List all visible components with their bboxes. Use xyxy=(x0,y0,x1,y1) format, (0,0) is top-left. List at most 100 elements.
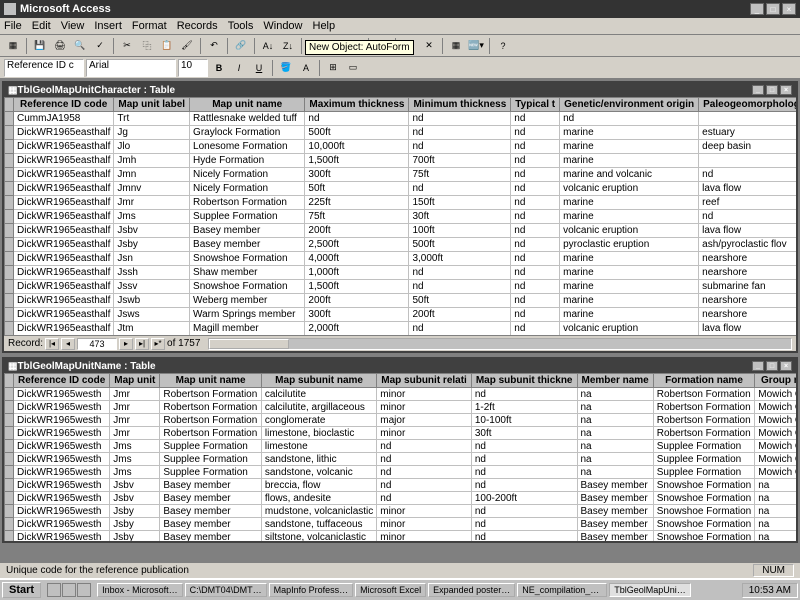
cell[interactable]: na xyxy=(577,414,653,427)
cell[interactable]: DickWR1965easthalf xyxy=(14,252,114,266)
col-header[interactable]: Map unit name xyxy=(190,98,305,112)
cell[interactable]: Robertson Formation xyxy=(653,401,755,414)
cell[interactable]: nd xyxy=(377,492,472,505)
menu-tools[interactable]: Tools xyxy=(228,20,254,32)
font-combo[interactable]: Arial xyxy=(86,59,176,77)
table2-grid[interactable]: Reference ID codeMap unitMap unit nameMa… xyxy=(4,373,796,541)
cell[interactable]: 3,000ft xyxy=(409,252,511,266)
cell[interactable]: Supplee Formation xyxy=(160,453,262,466)
cell[interactable]: 75ft xyxy=(305,210,409,224)
cell[interactable]: Basey member xyxy=(160,479,262,492)
cell[interactable]: DickWR1965easthalf xyxy=(14,154,114,168)
cell[interactable]: 150ft xyxy=(409,196,511,210)
special-effect-button[interactable]: ▭ xyxy=(344,59,362,77)
cell[interactable]: DickWR1965westh xyxy=(14,401,110,414)
cell[interactable]: 50ft xyxy=(409,294,511,308)
cell[interactable]: Jmr xyxy=(110,401,160,414)
table-row[interactable]: DickWR1965westhJmrRobertson Formationlim… xyxy=(5,427,797,440)
cell[interactable]: DickWR1965easthalf xyxy=(14,294,114,308)
col-header[interactable]: Maximum thickness xyxy=(305,98,409,112)
cell[interactable]: CummJA1958 xyxy=(14,112,114,126)
cell[interactable]: minor xyxy=(377,531,472,542)
save-button[interactable]: 💾 xyxy=(31,37,49,55)
cell[interactable]: marine xyxy=(560,154,699,168)
row-selector[interactable] xyxy=(5,140,14,154)
cell[interactable]: Jmr xyxy=(114,196,190,210)
cell[interactable]: nd xyxy=(471,453,577,466)
cell[interactable]: 2,000ft xyxy=(305,322,409,336)
cell[interactable]: nd xyxy=(471,531,577,542)
table-row[interactable]: DickWR1965westhJmrRobertson Formationcon… xyxy=(5,414,797,427)
cell[interactable]: limestone xyxy=(261,440,376,453)
table-row[interactable]: DickWR1965easthalfJmsSupplee Formation75… xyxy=(5,210,797,224)
row-selector[interactable] xyxy=(5,492,14,505)
cell[interactable]: Jsby xyxy=(110,505,160,518)
cell[interactable]: Basey member xyxy=(190,224,305,238)
cell[interactable]: conglomerate xyxy=(261,414,376,427)
cell[interactable]: Basey member xyxy=(160,492,262,505)
cell[interactable]: submarine fan xyxy=(699,280,796,294)
cell[interactable]: Jssh xyxy=(114,266,190,280)
cell[interactable]: Basey member xyxy=(577,492,653,505)
cell[interactable]: nd xyxy=(305,112,409,126)
cell[interactable]: Jms xyxy=(110,440,160,453)
cell[interactable]: Supplee Formation xyxy=(653,440,755,453)
cell[interactable]: nd xyxy=(409,112,511,126)
cell[interactable]: marine xyxy=(560,280,699,294)
cell[interactable]: Snowshoe Formation xyxy=(190,280,305,294)
cell[interactable]: deep basin xyxy=(699,140,796,154)
row-selector[interactable] xyxy=(5,266,14,280)
cell[interactable]: Mowich Group xyxy=(755,401,796,414)
cell[interactable]: pyroclastic eruption xyxy=(560,238,699,252)
col-header[interactable]: Typical t xyxy=(511,98,560,112)
cell[interactable]: Jsws xyxy=(114,308,190,322)
cell[interactable]: flows, andesite xyxy=(261,492,376,505)
cell[interactable]: sandstone, tuffaceous xyxy=(261,518,376,531)
cell[interactable]: Nicely Formation xyxy=(190,168,305,182)
cell[interactable]: limestone, bioclastic xyxy=(261,427,376,440)
cell[interactable]: DickWR1965easthalf xyxy=(14,140,114,154)
cell[interactable]: Robertson Formation xyxy=(160,427,262,440)
cell[interactable]: 10-100ft xyxy=(471,414,577,427)
table-row[interactable]: DickWR1965easthalfJmrRobertson Formation… xyxy=(5,196,797,210)
table-row[interactable]: DickWR1965easthalfJmnvNicely Formation50… xyxy=(5,182,797,196)
row-selector[interactable] xyxy=(5,414,14,427)
cell[interactable]: 1-2ft xyxy=(471,401,577,414)
cell[interactable]: DickWR1965easthalf xyxy=(14,280,114,294)
fill-color-button[interactable]: 🪣 xyxy=(277,59,295,77)
cell[interactable]: Robertson Formation xyxy=(653,388,755,401)
row-selector[interactable] xyxy=(5,154,14,168)
link-button[interactable]: 🔗 xyxy=(232,37,250,55)
col-header[interactable]: Reference ID code xyxy=(14,374,110,388)
cell[interactable]: nd xyxy=(377,453,472,466)
table-row[interactable]: DickWR1965easthalfJmnNicely Formation300… xyxy=(5,168,797,182)
cell[interactable]: marine xyxy=(560,210,699,224)
cell[interactable]: nd xyxy=(511,154,560,168)
cell[interactable]: sandstone, volcanic xyxy=(261,466,376,479)
row-selector[interactable] xyxy=(5,182,14,196)
db-window-button[interactable]: ▦ xyxy=(447,37,465,55)
cell[interactable]: DickWR1965westh xyxy=(14,518,110,531)
start-button[interactable]: Start xyxy=(2,582,41,598)
cell[interactable]: DickWR1965westh xyxy=(14,453,110,466)
nav-new-button[interactable]: ▸* xyxy=(151,338,165,350)
cell[interactable]: 500ft xyxy=(409,238,511,252)
cell[interactable]: nd xyxy=(511,266,560,280)
row-selector-header[interactable] xyxy=(5,98,14,112)
row-selector[interactable] xyxy=(5,401,14,414)
cell[interactable]: 4,000ft xyxy=(305,252,409,266)
menu-format[interactable]: Format xyxy=(132,20,167,32)
cell[interactable]: 75ft xyxy=(409,168,511,182)
cell[interactable]: DickWR1965easthalf xyxy=(14,168,114,182)
cell[interactable]: Supplee Formation xyxy=(160,440,262,453)
table-row[interactable]: DickWR1965easthalfJswbWeberg member200ft… xyxy=(5,294,797,308)
table-row[interactable]: DickWR1965easthalfJswsWarm Springs membe… xyxy=(5,308,797,322)
cell[interactable]: nd xyxy=(511,210,560,224)
table-row[interactable]: DickWR1965easthalfJsshShaw member1,000ft… xyxy=(5,266,797,280)
cell[interactable]: 30ft xyxy=(471,427,577,440)
table1-grid[interactable]: Reference ID codeMap unit labelMap unit … xyxy=(4,97,796,335)
table-row[interactable]: DickWR1965westhJmrRobertson Formationcal… xyxy=(5,401,797,414)
cell[interactable]: DickWR1965easthalf xyxy=(14,308,114,322)
table-row[interactable]: DickWR1965westhJsbyBasey membersandstone… xyxy=(5,518,797,531)
cell[interactable]: na xyxy=(577,453,653,466)
